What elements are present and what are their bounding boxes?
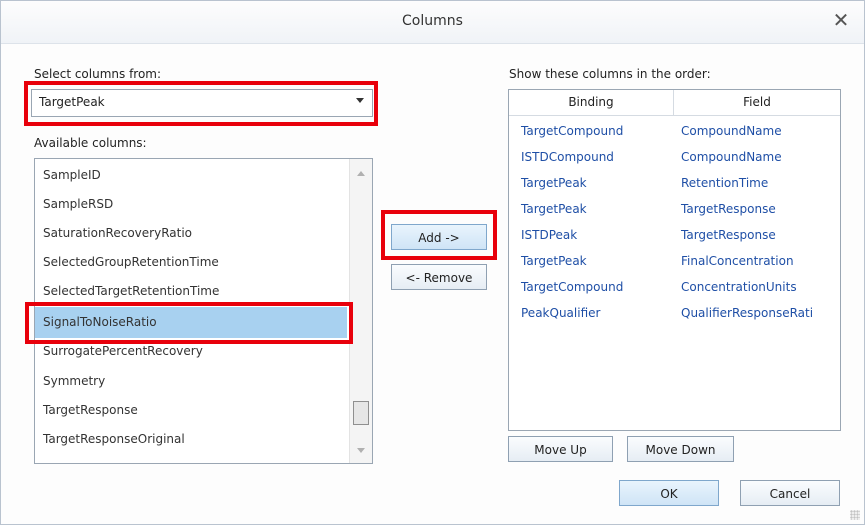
table-row[interactable]: TargetPeak FinalConcentration <box>509 248 840 274</box>
field-cell: QualifierResponseRati <box>681 306 814 320</box>
binding-cell: TargetCompound <box>521 280 624 294</box>
columns-source-value: TargetPeak <box>39 95 105 109</box>
list-item[interactable]: SampleID <box>35 161 347 190</box>
list-item[interactable]: SampleRSD <box>35 190 347 219</box>
field-cell: CompoundName <box>681 124 782 138</box>
binding-column-header[interactable]: Binding <box>509 90 674 115</box>
list-item-selected[interactable]: SignalToNoiseRatio <box>35 307 347 338</box>
scroll-down-icon[interactable] <box>357 448 365 453</box>
field-cell: FinalConcentration <box>681 254 794 268</box>
chevron-down-icon <box>356 98 364 103</box>
title-bar: Columns ✕ <box>1 1 864 44</box>
table-row[interactable]: TargetPeak RetentionTime <box>509 170 840 196</box>
move-down-button[interactable]: Move Down <box>627 436 734 462</box>
binding-cell: TargetCompound <box>521 124 624 138</box>
close-icon[interactable]: ✕ <box>830 9 852 31</box>
table-row[interactable]: PeakQualifier QualifierResponseRati <box>509 300 840 326</box>
available-columns-label: Available columns: <box>34 136 147 150</box>
add-button[interactable]: Add -> <box>391 224 487 250</box>
list-scrollbar[interactable] <box>349 159 372 463</box>
list-item[interactable]: SurrogatePercentRecovery <box>35 337 347 366</box>
columns-dialog: Columns ✕ Select columns from: TargetPea… <box>0 0 865 525</box>
table-row[interactable]: TargetCompound ConcentrationUnits <box>509 274 840 300</box>
ok-button[interactable]: OK <box>619 480 719 506</box>
table-row[interactable]: ISTDCompound CompoundName <box>509 144 840 170</box>
select-columns-label: Select columns from: <box>34 67 162 81</box>
field-cell: RetentionTime <box>681 176 769 190</box>
scroll-up-icon[interactable] <box>357 171 365 176</box>
list-item[interactable]: SelectedTargetRetentionTime <box>35 277 347 306</box>
list-item[interactable]: Symmetry <box>35 367 347 396</box>
binding-cell: TargetPeak <box>521 176 587 190</box>
scroll-thumb[interactable] <box>353 401 369 425</box>
grid-header: Binding Field <box>509 90 840 116</box>
binding-cell: PeakQualifier <box>521 306 601 320</box>
list-item[interactable]: SaturationRecoveryRatio <box>35 219 347 248</box>
list-item[interactable]: SelectedGroupRetentionTime <box>35 248 347 277</box>
available-columns-list[interactable]: SampleID SampleRSD SaturationRecoveryRat… <box>34 158 373 464</box>
order-label: Show these columns in the order: <box>509 67 711 81</box>
field-cell: CompoundName <box>681 150 782 164</box>
cancel-button[interactable]: Cancel <box>740 480 840 506</box>
selected-columns-grid[interactable]: Binding Field TargetCompound CompoundName… <box>508 89 841 431</box>
binding-cell: TargetPeak <box>521 254 587 268</box>
dialog-title: Columns <box>402 13 463 29</box>
list-item[interactable]: TargetResponse <box>35 396 347 425</box>
table-row[interactable]: TargetCompound CompoundName <box>509 118 840 144</box>
field-cell: ConcentrationUnits <box>681 280 797 294</box>
move-up-button[interactable]: Move Up <box>508 436 613 462</box>
remove-button[interactable]: <- Remove <box>391 264 487 290</box>
table-row[interactable]: TargetPeak TargetResponse <box>509 196 840 222</box>
list-item[interactable]: TargetResponseOriginal <box>35 425 347 454</box>
binding-cell: ISTDCompound <box>521 150 614 164</box>
binding-cell: TargetPeak <box>521 202 587 216</box>
binding-cell: ISTDPeak <box>521 228 578 242</box>
field-cell: TargetResponse <box>681 202 776 216</box>
table-row[interactable]: ISTDPeak TargetResponse <box>509 222 840 248</box>
field-column-header[interactable]: Field <box>674 90 840 115</box>
field-cell: TargetResponse <box>681 228 776 242</box>
columns-source-select[interactable]: TargetPeak <box>31 89 373 117</box>
resize-grip-icon[interactable] <box>850 510 860 520</box>
